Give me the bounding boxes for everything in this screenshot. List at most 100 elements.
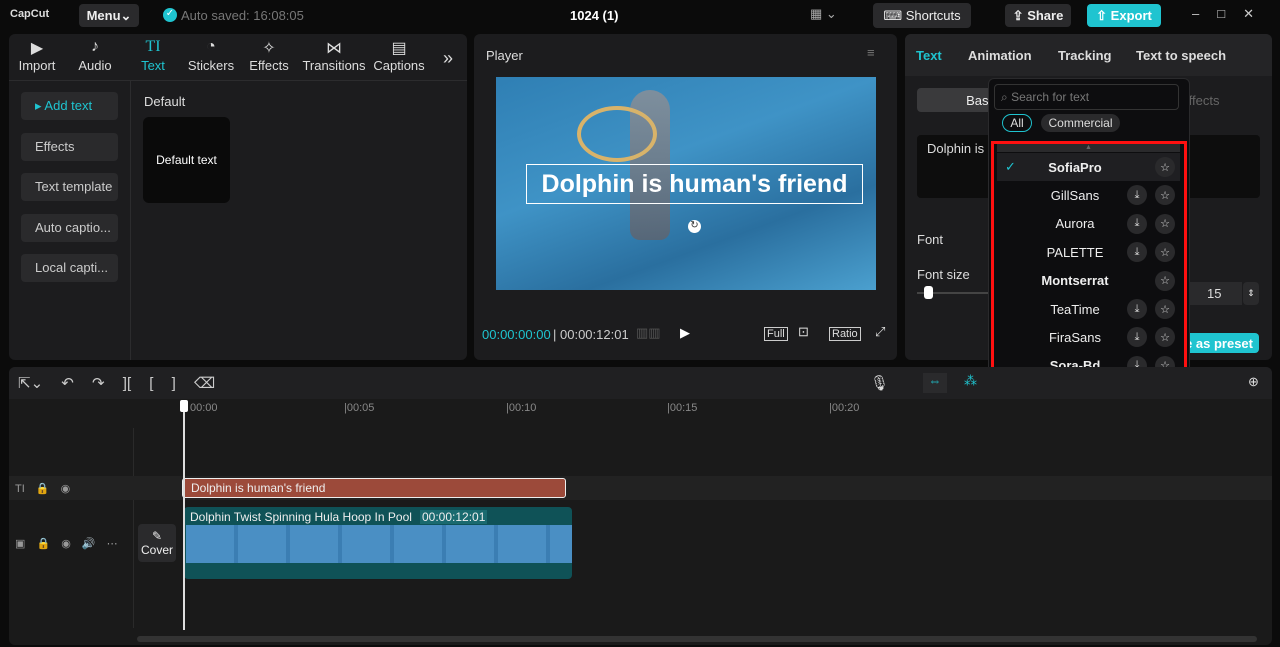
section-title: Default xyxy=(144,94,186,109)
font-item[interactable]: GillSans ⤓ ☆ xyxy=(997,181,1180,209)
shortcuts-button[interactable]: ⌨ Shortcuts xyxy=(873,3,971,28)
star-icon[interactable]: ☆ xyxy=(1155,327,1175,348)
font-item[interactable]: PALETTE ⤓ ☆ xyxy=(997,238,1180,266)
tool-captions[interactable]: ▤ Captions xyxy=(370,38,428,73)
more-tools-icon[interactable]: » xyxy=(443,48,453,69)
star-icon[interactable]: ☆ xyxy=(1155,185,1175,206)
zoom-in-icon[interactable]: ⊕ xyxy=(1248,374,1259,390)
zoom-fit-icon[interactable]: ⊡ xyxy=(798,324,809,340)
tab-text-to-speech[interactable]: Text to speech xyxy=(1136,48,1226,63)
tool-label: Captions xyxy=(373,58,425,73)
text-clip[interactable]: Dolphin is human's friend xyxy=(182,478,566,498)
download-icon[interactable]: ⤓ xyxy=(1127,185,1147,206)
share-button[interactable]: ⇪ Share xyxy=(1005,4,1071,27)
font-name: GillSans xyxy=(1050,187,1100,203)
video-track-controls[interactable]: ▣ 🔒 ◉ 🔊 ⋯ xyxy=(15,537,118,550)
window-controls[interactable]: –□✕ xyxy=(1192,6,1272,22)
tool-label: Transitions xyxy=(302,58,366,73)
font-item[interactable]: TeaTime ⤓ ☆ xyxy=(997,295,1180,323)
rotate-handle-icon[interactable]: ↻ xyxy=(688,220,701,233)
waveform-icon[interactable]: ▥▥ xyxy=(636,325,661,341)
auto-captions-button[interactable]: Auto captio... xyxy=(21,214,118,242)
export-button[interactable]: ⇧ Export xyxy=(1087,4,1161,27)
tool-text[interactable]: TI Text xyxy=(124,38,182,73)
link-icon[interactable]: ⁂ xyxy=(964,373,977,389)
tab-animation[interactable]: Animation xyxy=(968,48,1032,63)
font-size-stepper[interactable]: ⇕ xyxy=(1243,282,1259,305)
default-text-card[interactable]: Default text xyxy=(143,117,230,203)
tool-label: Import xyxy=(18,58,56,73)
text-icon: TI xyxy=(145,38,161,55)
full-button[interactable]: Full xyxy=(764,327,788,341)
tick-label: |00:20 xyxy=(829,402,860,414)
font-item[interactable]: ✓ SofiaPro ☆ xyxy=(997,153,1180,181)
tool-audio[interactable]: ♪ Audio xyxy=(66,38,124,73)
text-overlay[interactable]: Dolphin is human's friend xyxy=(526,164,863,204)
text-track-controls[interactable]: TI 🔒 ◉ xyxy=(15,482,70,495)
tool-stickers[interactable]: ◔ Stickers xyxy=(182,38,240,73)
font-name: FiraSans xyxy=(1048,329,1102,345)
font-item[interactable]: FiraSans ⤓ ☆ xyxy=(997,323,1180,351)
export-label: Export xyxy=(1110,8,1152,23)
download-icon[interactable]: ⤓ xyxy=(1127,299,1147,319)
tick-label: |00:10 xyxy=(506,402,537,414)
tool-label: Effects xyxy=(249,58,289,73)
download-icon[interactable]: ⤓ xyxy=(1127,327,1147,348)
fullscreen-icon[interactable]: ⤢ xyxy=(875,324,885,340)
tool-import[interactable]: ▶ Import xyxy=(8,38,66,73)
playhead-handle[interactable] xyxy=(180,400,188,412)
text-template-button[interactable]: Text template xyxy=(21,173,118,201)
play-button[interactable]: ▶ xyxy=(680,325,690,341)
font-item[interactable]: Montserrat ☆ xyxy=(997,267,1180,295)
transitions-icon: ⋈ xyxy=(326,40,342,57)
font-search-input[interactable]: ⌕ Search for text xyxy=(994,84,1179,110)
font-size-slider-handle[interactable] xyxy=(924,286,933,299)
star-icon[interactable]: ☆ xyxy=(1155,157,1175,177)
player-menu-icon[interactable]: ≡ xyxy=(867,45,875,60)
local-captions-button[interactable]: Local capti... xyxy=(21,254,118,282)
font-label: Font xyxy=(917,232,944,247)
timeline-scrollbar[interactable] xyxy=(137,636,1257,642)
video-thumbnails xyxy=(186,525,572,563)
check-icon: ✓ xyxy=(163,8,177,22)
filter-all[interactable]: All xyxy=(1002,114,1032,132)
magnet-icon[interactable]: ⇔ xyxy=(923,373,947,393)
scroll-up-icon[interactable]: ▲ xyxy=(997,144,1180,152)
tool-effects[interactable]: ✧ Effects xyxy=(240,38,298,73)
cover-button[interactable]: ✎ Cover xyxy=(138,524,176,562)
divider xyxy=(130,81,131,360)
check-icon: ✓ xyxy=(1005,159,1016,174)
star-icon[interactable]: ☆ xyxy=(1155,270,1175,291)
star-icon[interactable]: ☆ xyxy=(1155,213,1175,234)
player-title: Player xyxy=(486,48,523,63)
star-icon[interactable]: ☆ xyxy=(1155,299,1175,319)
effects-button[interactable]: Effects xyxy=(21,133,118,161)
tick-label: 00:00 xyxy=(190,402,218,414)
tab-text[interactable]: Text xyxy=(916,48,942,63)
timeline-tools[interactable]: ⇱⌄ ↶ ↷ ][ [ ] ⌫ xyxy=(18,374,215,392)
search-placeholder: Search for text xyxy=(1011,90,1090,104)
tool-transitions[interactable]: ⋈ Transitions xyxy=(298,38,370,73)
divider xyxy=(133,428,134,628)
ratio-button[interactable]: Ratio xyxy=(829,327,861,341)
menu-button[interactable]: Menu ⌄ xyxy=(79,4,139,27)
font-name: TeaTime xyxy=(1050,301,1100,317)
layout-icon[interactable]: ▦ ⌄ xyxy=(810,6,837,22)
tab-tracking[interactable]: Tracking xyxy=(1058,48,1111,63)
hula-hoop-image xyxy=(577,106,657,162)
microphone-icon[interactable]: 🎙 xyxy=(870,374,889,392)
project-title: 1024 (1) xyxy=(570,8,619,23)
font-size-input[interactable]: 15 xyxy=(1190,282,1242,305)
star-icon[interactable]: ☆ xyxy=(1155,242,1175,263)
font-item[interactable]: Aurora ⤓ ☆ xyxy=(997,210,1180,238)
download-icon[interactable]: ⤓ xyxy=(1127,213,1147,234)
toolbar: ▶ Import ♪ Audio TI Text ◔ Stickers ✧ Effects… xyxy=(8,38,428,73)
tick-label: |00:05 xyxy=(344,402,375,414)
tool-label: Stickers xyxy=(187,58,235,73)
download-icon[interactable]: ⤓ xyxy=(1127,242,1147,263)
add-text-button[interactable]: ▸ Add text xyxy=(21,92,118,120)
font-name: Aurora xyxy=(1055,216,1095,232)
filter-commercial[interactable]: Commercial xyxy=(1041,114,1120,132)
menu-label: Menu xyxy=(86,8,121,23)
playhead[interactable] xyxy=(183,402,185,630)
